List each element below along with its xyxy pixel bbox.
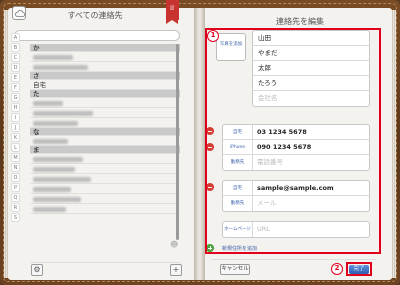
annotation-badge-1: 1 bbox=[207, 30, 219, 42]
index-letter[interactable]: Q bbox=[11, 193, 20, 202]
index-letter[interactable]: R bbox=[11, 203, 20, 212]
right-footer-divider bbox=[212, 259, 376, 260]
redacted-name bbox=[33, 120, 78, 126]
index-letter[interactable]: O bbox=[11, 173, 20, 182]
index-letter[interactable]: N bbox=[11, 163, 20, 172]
section-header: さ bbox=[30, 72, 180, 80]
annotation-highlight-done bbox=[346, 262, 372, 276]
index-letter[interactable]: D bbox=[11, 63, 20, 72]
redacted-name bbox=[33, 110, 93, 116]
list-item[interactable] bbox=[30, 108, 180, 118]
section-header: ま bbox=[30, 146, 180, 154]
list-item[interactable] bbox=[30, 174, 180, 184]
contacts-list: かさ自宅たなま bbox=[30, 44, 180, 214]
redacted-name bbox=[33, 186, 71, 192]
list-item[interactable] bbox=[30, 136, 180, 146]
redacted-name bbox=[33, 138, 68, 144]
search-input[interactable] bbox=[14, 30, 180, 41]
index-letter[interactable]: M bbox=[11, 153, 20, 162]
index-letter[interactable]: L bbox=[11, 143, 20, 152]
index-letter[interactable]: I bbox=[11, 113, 20, 122]
section-header: か bbox=[30, 44, 180, 52]
list-item[interactable] bbox=[30, 62, 180, 72]
redacted-name bbox=[33, 100, 63, 106]
index-letter[interactable]: J bbox=[11, 123, 20, 132]
list-item[interactable] bbox=[30, 98, 180, 108]
list-item[interactable] bbox=[30, 164, 180, 174]
add-contact-button[interactable]: + bbox=[170, 264, 182, 276]
index-letter[interactable]: S bbox=[11, 213, 20, 222]
redacted-name bbox=[33, 166, 75, 172]
groups-cloud-icon[interactable] bbox=[12, 6, 26, 20]
edit-contact-title: 連絡先を編集 bbox=[276, 17, 324, 26]
gear-button[interactable]: ⚙ bbox=[31, 264, 43, 276]
annotation-highlight-form bbox=[205, 28, 381, 254]
list-item[interactable]: 自宅 bbox=[30, 80, 180, 90]
scrollbar[interactable] bbox=[176, 44, 179, 240]
gear-icon: ⚙ bbox=[33, 265, 41, 274]
list-item[interactable] bbox=[30, 154, 180, 164]
list-item[interactable] bbox=[30, 118, 180, 128]
section-header: な bbox=[30, 128, 180, 136]
contacts-list-title: すべての連絡先 bbox=[67, 11, 123, 20]
cancel-button[interactable]: キャンセル bbox=[220, 264, 250, 275]
left-footer-divider bbox=[30, 262, 180, 263]
index-letter[interactable]: K bbox=[11, 133, 20, 142]
index-letter[interactable]: C bbox=[11, 53, 20, 62]
contacts-bookmark-icon[interactable]: ♕ bbox=[166, 0, 179, 24]
person-icon: ☻ bbox=[170, 240, 179, 249]
redacted-name bbox=[33, 196, 81, 202]
list-item[interactable] bbox=[30, 194, 180, 204]
list-item[interactable] bbox=[30, 184, 180, 194]
index-letter[interactable]: H bbox=[11, 103, 20, 112]
book-spine bbox=[194, 8, 205, 280]
redacted-name bbox=[33, 156, 83, 162]
plus-icon: + bbox=[172, 265, 180, 274]
list-item[interactable] bbox=[30, 52, 180, 62]
redacted-name bbox=[33, 206, 66, 212]
section-header: た bbox=[30, 90, 180, 98]
index-letter[interactable]: E bbox=[11, 73, 20, 82]
index-letter[interactable]: F bbox=[11, 83, 20, 92]
index-letter[interactable]: A bbox=[11, 33, 20, 42]
list-item[interactable] bbox=[30, 204, 180, 214]
annotation-badge-2: 2 bbox=[331, 263, 343, 275]
index-letter[interactable]: B bbox=[11, 43, 20, 52]
redacted-name bbox=[33, 176, 91, 182]
index-letter[interactable]: P bbox=[11, 183, 20, 192]
alphabet-index[interactable]: ABCDEFGHIJKLMNOPQRS bbox=[11, 33, 21, 223]
redacted-name bbox=[33, 64, 88, 70]
index-letter[interactable]: G bbox=[11, 93, 20, 102]
redacted-name bbox=[33, 54, 73, 60]
